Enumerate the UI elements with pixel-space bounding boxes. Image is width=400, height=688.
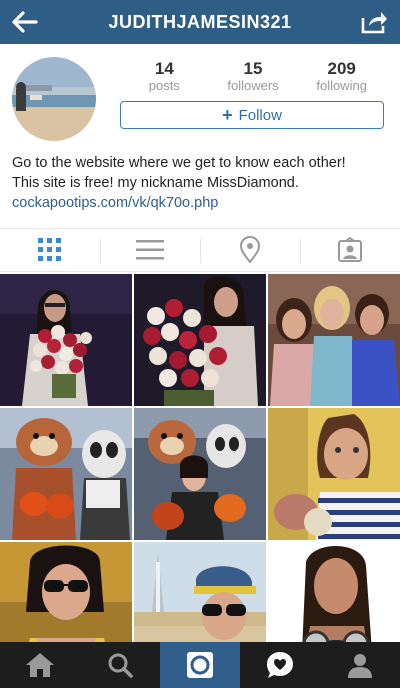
followers-stat[interactable]: 15 followers [209, 60, 298, 94]
search-icon [108, 653, 133, 678]
photo-mascot-costumes [0, 408, 132, 540]
profile-avatar[interactable] [12, 57, 96, 141]
nav-activity[interactable] [240, 642, 320, 688]
tab-list-view[interactable] [100, 229, 200, 271]
tab-tagged[interactable] [300, 229, 400, 271]
share-icon[interactable] [360, 9, 388, 35]
home-icon [26, 653, 54, 677]
bio-line-2: This site is free! my nickname MissDiamo… [12, 175, 299, 191]
photo-tile[interactable] [0, 542, 132, 642]
follow-button[interactable]: + Follow [120, 101, 384, 129]
profile-icon [348, 654, 372, 678]
following-label: following [316, 78, 367, 93]
tab-location[interactable] [200, 229, 300, 271]
followers-label: followers [227, 78, 279, 93]
posts-count: 14 [154, 59, 174, 78]
list-icon [136, 240, 164, 260]
following-count: 209 [327, 59, 356, 78]
bio-line-1: Go to the website where we get to know e… [12, 155, 346, 171]
photo-grid [0, 274, 400, 642]
nav-explore[interactable] [80, 642, 160, 688]
tagged-person-icon [338, 237, 362, 262]
following-stat[interactable]: 209 following [297, 60, 386, 94]
followers-count: 15 [243, 59, 263, 78]
bottom-navigation [0, 642, 400, 688]
nav-camera[interactable] [160, 642, 240, 688]
camera-icon [187, 652, 213, 678]
photo-tile[interactable] [0, 274, 132, 406]
photo-woman-headphones [268, 542, 400, 642]
photo-tile[interactable] [268, 274, 400, 406]
photo-tile[interactable] [0, 408, 132, 540]
photo-rose-bouquet-closeup [134, 274, 266, 406]
avatar-photo [12, 57, 96, 141]
bio-link[interactable]: cockapootips.com/vk/qk70o.php [12, 193, 392, 213]
photo-tile[interactable] [134, 542, 266, 642]
top-bar: JUDITHJAMESIN321 [0, 0, 400, 44]
photo-tile[interactable] [134, 408, 266, 540]
photo-woman-selfie-striped [268, 408, 400, 540]
nav-profile[interactable] [320, 642, 400, 688]
photo-woman-cap-burj-al-arab [134, 542, 266, 642]
profile-stats: 14 posts 15 followers 209 following [120, 60, 386, 94]
profile-username: JUDITHJAMESIN321 [108, 11, 292, 32]
photo-three-women-group [268, 274, 400, 406]
plus-icon: + [222, 105, 233, 125]
profile-bio: Go to the website where we get to know e… [12, 153, 392, 213]
photo-tile[interactable] [268, 408, 400, 540]
photo-woman-with-mascots [134, 408, 266, 540]
profile-view-tabs [0, 228, 400, 272]
posts-label: posts [148, 78, 180, 93]
location-pin-icon [239, 236, 261, 264]
photo-woman-with-rose-bouquet [0, 274, 132, 406]
nav-home[interactable] [0, 642, 80, 688]
follow-button-label: Follow [238, 106, 282, 124]
posts-stat[interactable]: 14 posts [120, 60, 209, 94]
grid-icon [38, 238, 61, 261]
photo-woman-sunglasses-selfie [0, 542, 132, 642]
activity-heart-icon [267, 652, 293, 678]
back-arrow-icon[interactable] [10, 8, 38, 36]
photo-tile[interactable] [268, 542, 400, 642]
tab-grid-view[interactable] [0, 229, 100, 271]
photo-tile[interactable] [134, 274, 266, 406]
